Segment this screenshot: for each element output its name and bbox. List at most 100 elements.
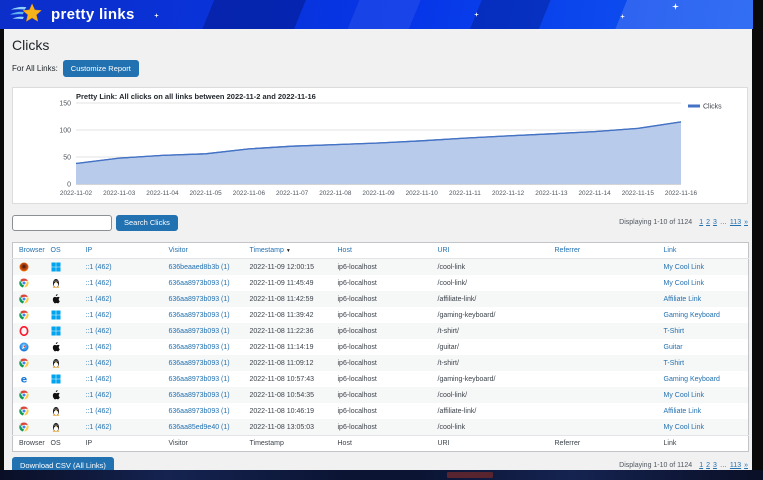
search-input[interactable] xyxy=(12,215,112,231)
link-name-link[interactable]: My Cool Link xyxy=(664,424,704,431)
visitor-link[interactable]: 636aa8973b093 (1) xyxy=(169,392,230,399)
table-row: ::1 (462) 636aa8973b093 (1) 2022-11-08 1… xyxy=(13,355,749,371)
ip-link[interactable]: ::1 (462) xyxy=(86,328,112,335)
link-name-link[interactable]: T-Shirt xyxy=(664,328,685,335)
search-clicks-button[interactable]: Search Clicks xyxy=(116,215,178,232)
column-header-visitor[interactable]: Visitor xyxy=(163,243,244,259)
uri-cell: /cool-link xyxy=(438,424,466,431)
chart-title: Pretty Link: All clicks on all links bet… xyxy=(76,92,316,101)
uri-cell: /t-shirt/ xyxy=(438,360,459,367)
visitor-link[interactable]: 636aa8973b093 (1) xyxy=(169,296,230,303)
link-name-link[interactable]: Gaming Keyboard xyxy=(664,376,720,383)
pretty-links-banner: pretty links xyxy=(0,0,753,29)
page-link-3[interactable]: 3 xyxy=(713,219,717,226)
page-link-3[interactable]: 3 xyxy=(713,462,717,469)
host-cell: ip6-localhost xyxy=(338,408,377,415)
logo-text: pretty links xyxy=(51,6,135,23)
table-row: ::1 (462) 636aa8973b093 (1) 2022-11-08 1… xyxy=(13,323,749,339)
visitor-link[interactable]: 636beaaed8b3b (1) xyxy=(169,264,230,271)
uri-cell: /cool-link/ xyxy=(438,280,468,287)
table-row: ::1 (462) 636aa8973b093 (1) 2022-11-08 1… xyxy=(13,291,749,307)
svg-text:150: 150 xyxy=(59,100,71,107)
column-header-os[interactable]: OS xyxy=(45,243,80,259)
svg-text:2022-11-10: 2022-11-10 xyxy=(406,190,439,197)
column-header-host[interactable]: Host xyxy=(332,243,432,259)
visitor-link[interactable]: 636aa8973b093 (1) xyxy=(169,376,230,383)
host-cell: ip6-localhost xyxy=(338,328,377,335)
chrome-icon xyxy=(19,406,29,416)
next-page-link[interactable]: » xyxy=(744,219,748,226)
chrome-icon xyxy=(19,422,29,432)
table-row: ::1 (462) 636aa85ed9e40 (1) 2022-11-08 1… xyxy=(13,419,749,436)
ip-link[interactable]: ::1 (462) xyxy=(86,424,112,431)
timestamp-cell: 2022-11-08 11:39:42 xyxy=(250,312,314,319)
svg-text:2022-11-04: 2022-11-04 xyxy=(146,190,179,197)
visitor-link[interactable]: 636aa8973b093 (1) xyxy=(169,328,230,335)
apple-icon xyxy=(51,294,61,304)
next-page-link[interactable]: » xyxy=(744,462,748,469)
svg-text:2022-11-12: 2022-11-12 xyxy=(492,190,525,197)
svg-text:2022-11-02: 2022-11-02 xyxy=(60,190,93,197)
pagination-summary: Displaying 1-10 of 1124 xyxy=(619,219,692,226)
ip-link[interactable]: ::1 (462) xyxy=(86,280,112,287)
ip-link[interactable]: ::1 (462) xyxy=(86,376,112,383)
link-name-link[interactable]: Gaming Keyboard xyxy=(664,312,720,319)
link-name-link[interactable]: Guitar xyxy=(664,344,683,351)
ip-link[interactable]: ::1 (462) xyxy=(86,264,112,271)
column-header-uri: URI xyxy=(432,436,549,452)
pagination-bottom: Displaying 1-10 of 1124123…113» xyxy=(619,462,748,469)
page-link-2[interactable]: 2 xyxy=(706,462,710,469)
column-header-browser[interactable]: Browser xyxy=(13,243,45,259)
visitor-link[interactable]: 636aa85ed9e40 (1) xyxy=(169,424,230,431)
uri-cell: /t-shirt/ xyxy=(438,328,459,335)
windows-icon xyxy=(51,262,61,272)
visitor-link[interactable]: 636aa8973b093 (1) xyxy=(169,360,230,367)
ip-link[interactable]: ::1 (462) xyxy=(86,312,112,319)
column-header-ip[interactable]: IP xyxy=(80,243,163,259)
page-link-1[interactable]: 1 xyxy=(699,462,703,469)
svg-text:2022-11-07: 2022-11-07 xyxy=(276,190,309,197)
taskbar xyxy=(0,470,763,480)
svg-text:2022-11-13: 2022-11-13 xyxy=(535,190,568,197)
column-header-browser: Browser xyxy=(13,436,45,452)
uri-cell: /gaming-keyboard/ xyxy=(438,312,496,319)
column-header-link[interactable]: Link xyxy=(658,243,749,259)
link-name-link[interactable]: T-Shirt xyxy=(664,360,685,367)
link-name-link[interactable]: My Cool Link xyxy=(664,280,704,287)
chrome-icon xyxy=(19,278,29,288)
ip-link[interactable]: ::1 (462) xyxy=(86,296,112,303)
sparkle-icon xyxy=(154,13,159,18)
link-name-link[interactable]: My Cool Link xyxy=(664,264,704,271)
page-link-1[interactable]: 1 xyxy=(699,219,703,226)
timestamp-cell: 2022-11-08 13:05:03 xyxy=(250,424,314,431)
table-row: ::1 (462) 636aa8973b093 (1) 2022-11-08 1… xyxy=(13,403,749,419)
timestamp-cell: 2022-11-09 11:45:49 xyxy=(250,280,314,287)
ip-link[interactable]: ::1 (462) xyxy=(86,344,112,351)
customize-report-button[interactable]: Customize Report xyxy=(63,60,139,77)
ip-link[interactable]: ::1 (462) xyxy=(86,360,112,367)
column-header-uri[interactable]: URI xyxy=(432,243,549,259)
page-link-113[interactable]: 113 xyxy=(730,462,741,469)
link-name-link[interactable]: My Cool Link xyxy=(664,392,704,399)
visitor-link[interactable]: 636aa8973b093 (1) xyxy=(169,408,230,415)
column-header-referrer[interactable]: Referrer xyxy=(549,243,658,259)
link-name-link[interactable]: Affiliate Link xyxy=(664,408,702,415)
page-link-113[interactable]: 113 xyxy=(730,219,741,226)
host-cell: ip6-localhost xyxy=(338,376,377,383)
pretty-links-star-icon xyxy=(10,3,46,26)
uri-cell: /affiliate-link/ xyxy=(438,296,477,303)
column-header-timestamp[interactable]: Timestamp▼ xyxy=(244,243,332,259)
host-cell: ip6-localhost xyxy=(338,312,377,319)
visitor-link[interactable]: 636aa8973b093 (1) xyxy=(169,344,230,351)
visitor-link[interactable]: 636aa8973b093 (1) xyxy=(169,280,230,287)
page-title: Clicks xyxy=(12,37,752,53)
timestamp-cell: 2022-11-08 11:22:36 xyxy=(250,328,314,335)
host-cell: ip6-localhost xyxy=(338,424,377,431)
sparkle-icon xyxy=(620,14,625,19)
ip-link[interactable]: ::1 (462) xyxy=(86,408,112,415)
link-name-link[interactable]: Affiliate Link xyxy=(664,296,702,303)
visitor-link[interactable]: 636aa8973b093 (1) xyxy=(169,312,230,319)
ip-link[interactable]: ::1 (462) xyxy=(86,392,112,399)
uri-cell: /cool-link/ xyxy=(438,392,468,399)
page-link-2[interactable]: 2 xyxy=(706,219,710,226)
